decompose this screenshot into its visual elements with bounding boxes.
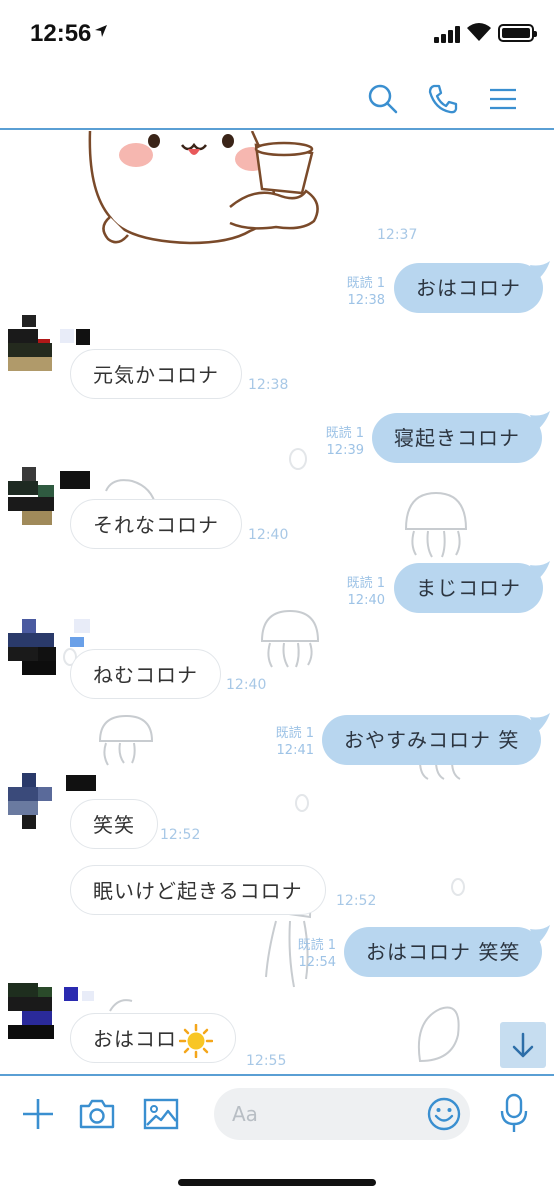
location-arrow-icon xyxy=(95,25,107,37)
message-time: 12:55 xyxy=(246,1053,287,1069)
battery-icon xyxy=(498,24,537,42)
message-time: 12:38 xyxy=(248,377,289,393)
status-time: 12:56 xyxy=(30,20,92,47)
message-time: 12:52 xyxy=(336,893,377,909)
wifi-icon xyxy=(467,23,491,41)
menu-icon[interactable] xyxy=(486,82,520,116)
search-icon[interactable] xyxy=(366,82,400,116)
read-receipt: 既読 1 12:39 xyxy=(325,426,364,458)
smiley-icon[interactable] xyxy=(426,1096,462,1132)
message-time: 12:37 xyxy=(377,227,418,243)
chat-header xyxy=(0,68,554,130)
contact-avatar[interactable] xyxy=(8,983,94,1041)
message-time: 12:40 xyxy=(226,677,267,693)
outgoing-message-bubble[interactable]: まじコロナ xyxy=(394,563,543,613)
bubble-tail xyxy=(530,713,550,733)
read-receipt: 既読 1 12:38 xyxy=(346,276,385,308)
outgoing-message-bubble[interactable]: おはコロナ 笑笑 xyxy=(344,927,543,977)
bubble-tail xyxy=(530,925,550,945)
bear-sticker[interactable] xyxy=(80,131,330,249)
read-receipt: 既読 1 12:40 xyxy=(346,576,385,608)
contact-avatar[interactable] xyxy=(8,315,90,373)
sun-emoji xyxy=(178,1023,214,1058)
arrow-down-icon xyxy=(512,1032,534,1058)
read-receipt: 既読 1 12:41 xyxy=(275,726,314,758)
message-time: 12:52 xyxy=(160,827,201,843)
message-list[interactable]: 12:37 既読 1 12:38 おはコロナ 元気かコロナ 12:38 既読 11… xyxy=(0,131,554,1074)
contact-name-redacted[interactable] xyxy=(34,76,194,112)
cellular-signal-icon xyxy=(434,25,462,43)
outgoing-message-bubble[interactable]: 寝起きコロナ xyxy=(372,413,542,463)
incoming-message-bubble[interactable]: それなコロナ xyxy=(70,499,242,549)
outgoing-message-bubble[interactable]: おはコロナ xyxy=(394,263,543,313)
contact-avatar[interactable] xyxy=(8,619,90,677)
phone-icon[interactable] xyxy=(426,82,460,116)
message-time: 12:40 xyxy=(248,527,289,543)
bubble-tail xyxy=(530,261,550,281)
incoming-message-bubble[interactable]: 眠いけど起きるコロナ xyxy=(70,865,326,915)
incoming-message-bubble[interactable]: 笑笑 xyxy=(70,799,158,849)
outgoing-message-bubble[interactable]: おやすみコロナ 笑 xyxy=(322,715,542,765)
status-bar: 12:56 xyxy=(0,0,554,68)
home-indicator[interactable] xyxy=(178,1179,376,1186)
plus-icon[interactable] xyxy=(20,1096,56,1132)
contact-avatar[interactable] xyxy=(8,467,90,525)
microphone-icon[interactable] xyxy=(498,1092,530,1134)
read-receipt: 既読 1 12:54 xyxy=(297,938,336,970)
contact-avatar[interactable] xyxy=(8,773,96,831)
incoming-message-bubble[interactable]: 元気かコロナ xyxy=(70,349,242,399)
message-input-bar xyxy=(0,1074,554,1154)
incoming-message-bubble[interactable]: おはコロ xyxy=(70,1013,236,1063)
image-icon[interactable] xyxy=(142,1096,180,1132)
incoming-message-bubble[interactable]: ねむコロナ xyxy=(70,649,221,699)
bubble-tail xyxy=(530,411,550,431)
camera-icon[interactable] xyxy=(78,1096,116,1132)
scroll-to-bottom-button[interactable] xyxy=(500,1022,546,1068)
bubble-tail xyxy=(530,561,550,581)
